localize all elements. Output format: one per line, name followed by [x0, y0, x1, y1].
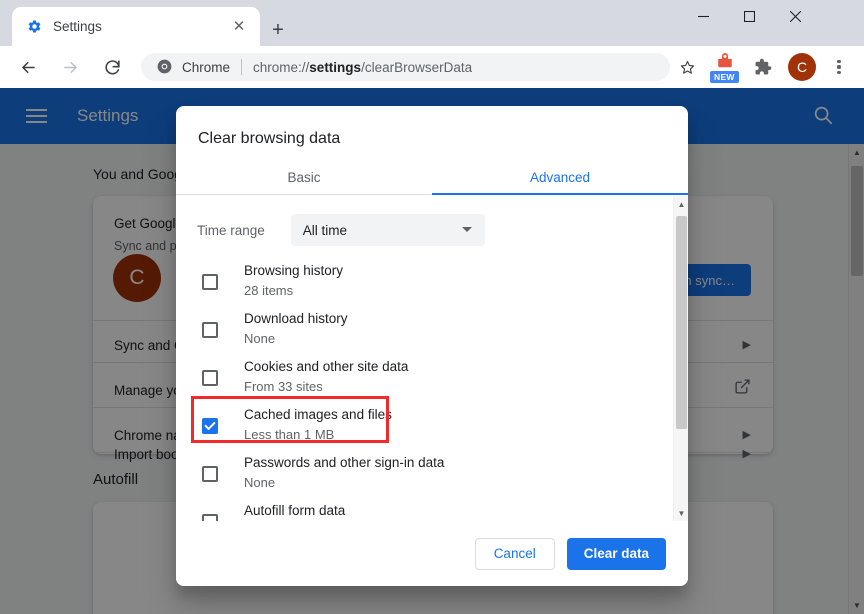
item-label: Browsing history	[244, 261, 343, 281]
cancel-button[interactable]: Cancel	[475, 538, 555, 570]
list-item[interactable]: Cached images and files Less than 1 MB	[176, 405, 646, 444]
back-icon[interactable]	[13, 52, 43, 82]
time-range-value: All time	[303, 223, 347, 238]
bookmark-star-icon[interactable]	[672, 52, 702, 82]
close-icon[interactable]: ✕	[226, 14, 252, 40]
browser-toolbar: Chrome chrome://settings/clearBrowserDat…	[0, 46, 864, 88]
dialog-scroll-area: Time range All time Browsing history 28 …	[176, 196, 688, 521]
scroll-up-arrow-icon[interactable]: ▲	[674, 196, 688, 212]
window-close-button[interactable]	[772, 0, 818, 32]
item-sublabel: None	[244, 329, 348, 348]
window-minimize-button[interactable]	[680, 0, 726, 32]
omnibox-url: chrome://settings/clearBrowserData	[253, 60, 472, 75]
reload-icon[interactable]	[97, 52, 127, 82]
item-sublabel: Less than 1 MB	[244, 425, 392, 444]
time-range-select[interactable]: All time	[291, 214, 485, 246]
clear-browsing-data-dialog: Clear browsing data Basic Advanced Time …	[176, 106, 688, 586]
chrome-icon	[157, 59, 173, 75]
clear-data-button[interactable]: Clear data	[567, 538, 666, 570]
checkbox-passwords-and-signin-data[interactable]	[202, 466, 218, 482]
omnibox-separator	[241, 59, 242, 75]
list-item[interactable]: Browsing history 28 items	[176, 261, 646, 300]
scroll-down-arrow-icon[interactable]: ▼	[674, 505, 688, 521]
time-range-label: Time range	[197, 223, 265, 238]
chevron-down-icon	[462, 227, 472, 232]
tab-title: Settings	[53, 19, 226, 34]
extensions-puzzle-icon[interactable]	[748, 52, 778, 82]
tab-advanced[interactable]: Advanced	[432, 160, 688, 194]
checkbox-download-history[interactable]	[202, 322, 218, 338]
omnibox-chip-label: Chrome	[182, 60, 230, 75]
new-badge-label: NEW	[710, 71, 739, 83]
tab-strip: Settings ✕ +	[0, 0, 864, 46]
checkbox-cached-images-and-files[interactable]	[202, 418, 218, 434]
item-sublabel: None	[244, 473, 444, 492]
item-label: Autofill form data	[244, 501, 345, 521]
item-label: Download history	[244, 309, 348, 329]
chrome-menu-icon[interactable]	[824, 52, 854, 82]
tab-basic[interactable]: Basic	[176, 160, 432, 194]
extension-new-feature-icon[interactable]: NEW	[708, 51, 742, 83]
item-sublabel: From 33 sites	[244, 377, 408, 396]
dialog-tabs: Basic Advanced	[176, 160, 688, 195]
checkbox-autofill-form-data[interactable]	[202, 514, 218, 521]
browser-window: Settings ✕ +	[0, 0, 864, 614]
forward-icon[interactable]	[55, 52, 85, 82]
item-label: Passwords and other sign-in data	[244, 453, 444, 473]
list-item[interactable]: Cookies and other site data From 33 site…	[176, 357, 646, 396]
list-item[interactable]: Passwords and other sign-in data None	[176, 453, 646, 492]
gear-icon	[26, 19, 42, 35]
list-item[interactable]: Autofill form data	[176, 501, 646, 521]
browser-tab-settings[interactable]: Settings ✕	[12, 7, 260, 46]
new-tab-button[interactable]: +	[264, 16, 292, 44]
window-maximize-button[interactable]	[726, 0, 772, 32]
dialog-scrollbar-thumb[interactable]	[676, 216, 687, 429]
dialog-scrollbar[interactable]: ▲ ▼	[673, 196, 688, 521]
address-bar[interactable]: Chrome chrome://settings/clearBrowserDat…	[141, 53, 670, 81]
profile-avatar[interactable]: C	[788, 53, 816, 81]
dialog-title: Clear browsing data	[198, 130, 340, 148]
item-label: Cookies and other site data	[244, 357, 408, 377]
list-item[interactable]: Download history None	[176, 309, 646, 348]
item-label: Cached images and files	[244, 405, 392, 425]
checkbox-browsing-history[interactable]	[202, 274, 218, 290]
item-sublabel: 28 items	[244, 281, 343, 300]
dialog-footer: Cancel Clear data	[176, 521, 688, 586]
checkbox-cookies-and-site-data[interactable]	[202, 370, 218, 386]
time-range-row: Time range All time	[197, 214, 485, 246]
